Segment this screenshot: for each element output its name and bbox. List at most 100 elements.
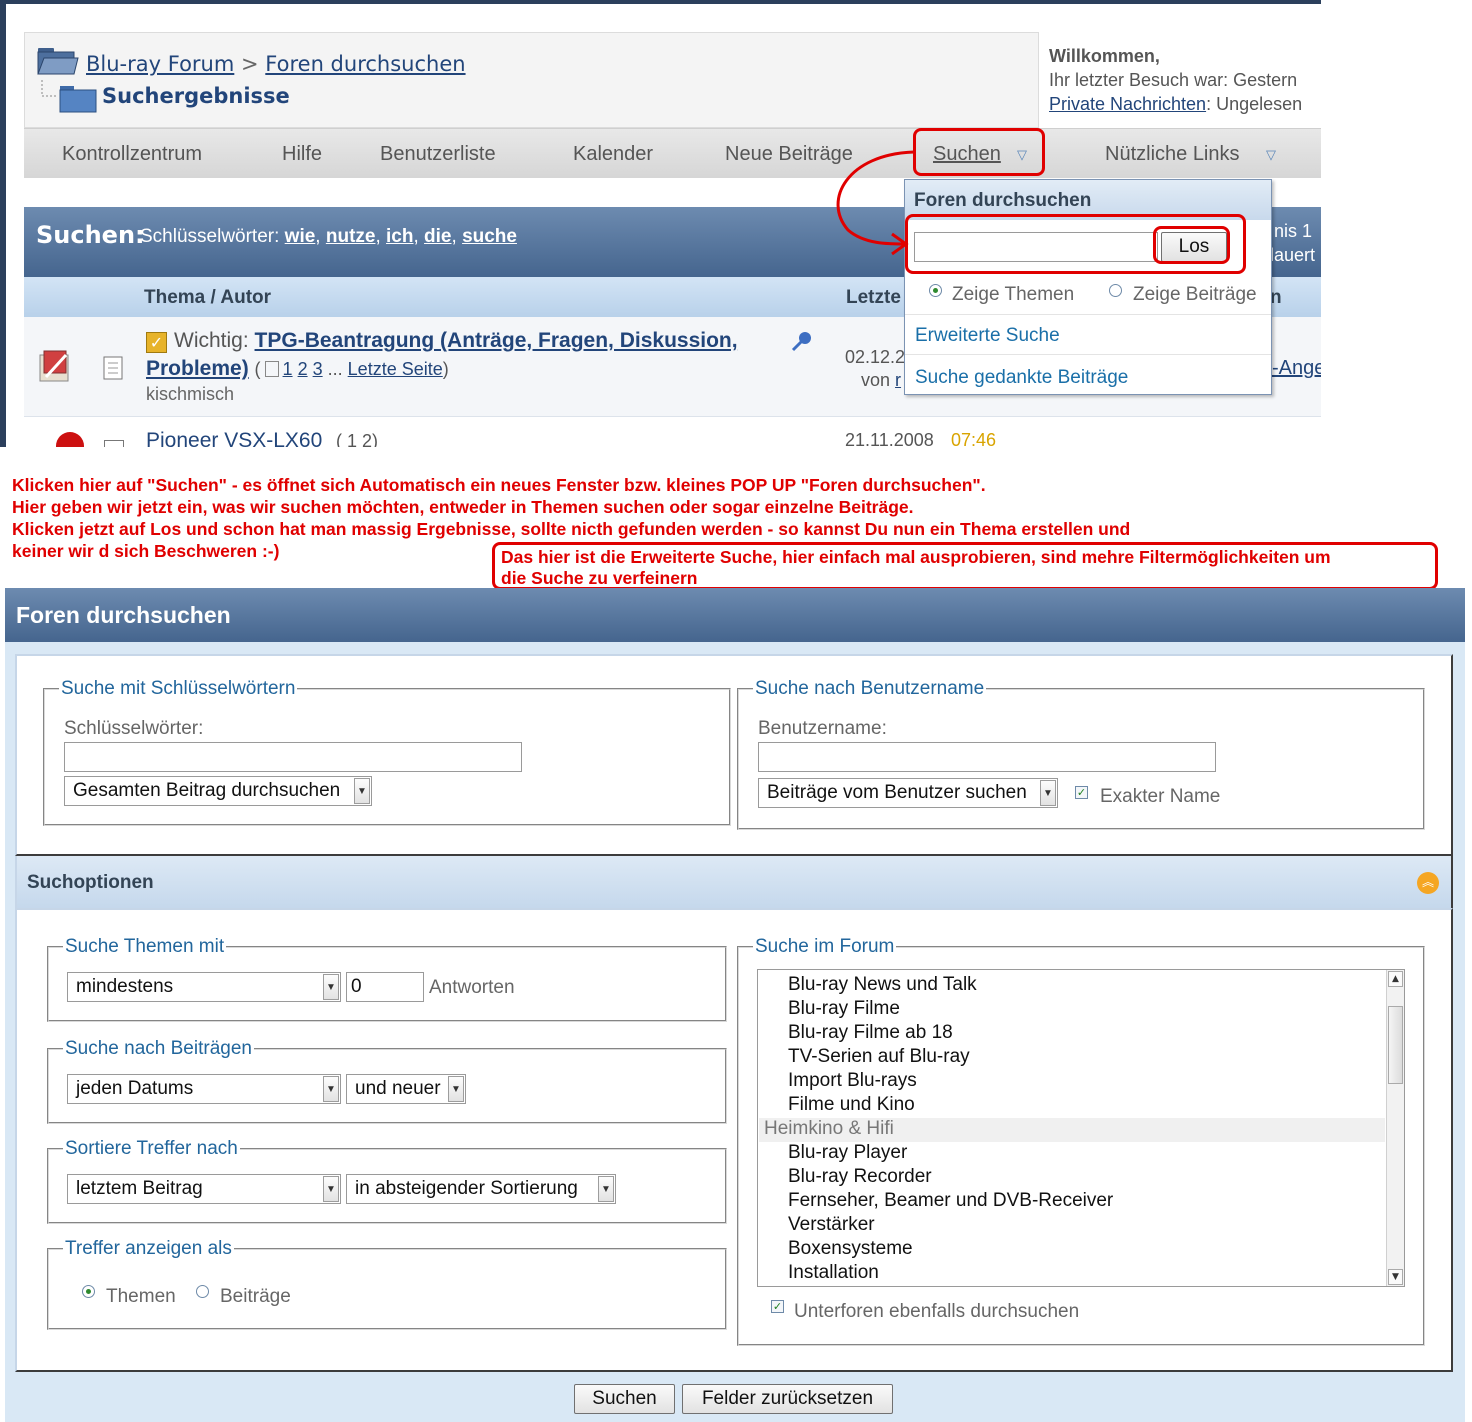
thread-title-link[interactable]: TPG-Beantragung (Anträge, Fragen, Diskus… (255, 329, 738, 352)
forum-multiselect[interactable]: ▲ ▼ Blu-ray News und Talk Blu-ray Filme Bl… (757, 969, 1405, 1287)
last-post-by: von r (861, 370, 901, 391)
reply-count-input[interactable]: 0 (346, 972, 424, 1002)
exact-name-checkbox[interactable]: ✓ (1075, 786, 1088, 799)
keyword-link[interactable]: nutze (326, 226, 376, 247)
show-as-threads-radio[interactable] (82, 1285, 95, 1298)
forum-option[interactable]: Blu-ray Filme (788, 998, 900, 1020)
forum-option[interactable]: Filme und Kino (788, 1094, 915, 1116)
threads-legend: Suche Themen mit (65, 936, 225, 957)
sort-order-select[interactable]: in absteigender Sortierung ▼ (346, 1174, 616, 1204)
nav-control-panel[interactable]: Kontrollzentrum (62, 143, 202, 166)
forum-option[interactable]: Import Blu-rays (788, 1070, 917, 1092)
forum-legend: Suche im Forum (755, 936, 895, 957)
submit-search-button[interactable]: Suchen (574, 1384, 675, 1414)
chevron-down-icon[interactable]: ▼ (448, 1076, 464, 1102)
sort-legend: Sortiere Treffer nach (65, 1138, 238, 1159)
page-link[interactable]: 1 (283, 359, 293, 379)
nav-calendar[interactable]: Kalender (573, 143, 653, 166)
forum-category[interactable]: Heimkino & Hifi (759, 1118, 1385, 1142)
top-border (0, 0, 1321, 4)
user-mode-value: Beiträge vom Benutzer suchen (767, 782, 1027, 803)
thread-title-link[interactable]: Pioneer VSX-LX60 (146, 429, 322, 447)
annotation-text-2: Hier geben wir jetzt ein, was wir suchen… (12, 497, 914, 517)
forum-option[interactable]: Blu-ray Recorder (788, 1166, 932, 1188)
show-threads-radio[interactable] (929, 284, 942, 297)
show-as-posts-radio[interactable] (196, 1285, 209, 1298)
annotation-text-1: Klicken hier auf "Suchen" - es öffnet si… (12, 475, 986, 495)
document-icon (103, 356, 123, 380)
last-poster-link[interactable]: r (895, 370, 901, 390)
page-link[interactable]: 2 (298, 359, 308, 379)
annotation-arrow-icon (836, 150, 915, 256)
sticky-prefix: Wichtig: (174, 329, 249, 352)
scroll-thumb[interactable] (1388, 1006, 1403, 1084)
pin-icon (791, 332, 811, 352)
thread-title-link-2[interactable]: Probleme) (146, 357, 249, 380)
col-thread-author[interactable]: Thema / Autor (144, 287, 271, 309)
annotation-advanced-box: Das hier ist die Erweiterte Suche, hier … (492, 542, 1438, 590)
last-page-link[interactable]: Letzte Seite (348, 359, 443, 379)
private-messages-link[interactable]: Private Nachrichten (1049, 94, 1206, 114)
thread-author[interactable]: kischmisch (146, 384, 234, 405)
breadcrumb-forum-link[interactable]: Blu-ray Forum (86, 52, 234, 76)
chevron-down-icon[interactable]: ▼ (598, 1176, 614, 1202)
show-posts-radio[interactable] (1109, 284, 1122, 297)
advanced-search-item[interactable]: Erweiterte Suche (905, 314, 1271, 354)
show-results-fieldset: Treffer anzeigen als (47, 1238, 727, 1330)
nav-member-list[interactable]: Benutzerliste (380, 143, 496, 166)
keyword-link[interactable]: suche (462, 226, 517, 247)
page-links[interactable]: ( 1 2) (336, 431, 378, 447)
forum-link[interactable]: -Ange (1272, 357, 1321, 380)
keyword-separator: , (375, 226, 381, 247)
keyword-link[interactable]: wie (285, 226, 316, 247)
date-direction-value: und neuer (355, 1078, 441, 1099)
nav-links-chevron-down-icon[interactable]: ▽ (1266, 147, 1276, 163)
show-threads-label: Zeige Themen (952, 284, 1075, 305)
last-visit-text: Ihr letzter Besuch war: Gestern (1049, 70, 1298, 90)
subforums-checkbox[interactable]: ✓ (771, 1300, 784, 1313)
chevron-down-icon[interactable]: ▼ (354, 778, 370, 804)
keywords-scope-select[interactable]: Gesamten Beitrag durchsuchen ▼ (64, 776, 372, 806)
nav-useful-links[interactable]: Nützliche Links (1105, 143, 1240, 166)
chevron-down-icon[interactable]: ▼ (323, 1076, 339, 1102)
chevron-down-icon[interactable]: ▼ (323, 1176, 339, 1202)
date-direction-select[interactable]: und neuer ▼ (346, 1074, 466, 1104)
forum-option[interactable]: Verstärker (788, 1214, 875, 1236)
reset-fields-button[interactable]: Felder zurücksetzen (682, 1384, 893, 1414)
advanced-search-link[interactable]: Erweiterte Suche (915, 325, 1060, 347)
keyword-link[interactable]: die (424, 226, 451, 247)
forum-option[interactable]: Boxensysteme (788, 1238, 913, 1260)
scroll-up-icon[interactable]: ▲ (1388, 971, 1403, 987)
date-select[interactable]: jeden Datums ▼ (67, 1074, 341, 1104)
username-label: Benutzername: (758, 718, 887, 739)
forum-option[interactable]: Blu-ray Player (788, 1142, 907, 1164)
search-options-bar[interactable]: Suchoptionen ︽ (15, 856, 1453, 908)
scroll-down-icon[interactable]: ▼ (1388, 1269, 1403, 1285)
pm-status: : Ungelesen (1206, 94, 1303, 114)
chevron-down-icon[interactable]: ▼ (323, 974, 339, 1000)
keyword-link[interactable]: ich (386, 226, 413, 247)
forum-option[interactable]: Installation (788, 1262, 879, 1284)
reply-mode-select[interactable]: mindestens ▼ (67, 972, 341, 1002)
scrollbar[interactable]: ▲ ▼ (1386, 970, 1404, 1286)
collapse-icon[interactable]: ︽ (1417, 872, 1439, 894)
keyword-separator: , (451, 226, 457, 247)
forum-option[interactable]: TV-Serien auf Blu-ray (788, 1046, 970, 1068)
chevron-down-icon[interactable]: ▼ (1040, 780, 1056, 806)
keyword-separator: , (315, 226, 321, 247)
forum-option[interactable]: Blu-ray Filme ab 18 (788, 1022, 953, 1044)
sort-field-select[interactable]: letztem Beitrag ▼ (67, 1174, 341, 1204)
forum-option[interactable]: Fernseher, Beamer und DVB-Receiver (788, 1190, 1113, 1212)
thanked-posts-link[interactable]: Suche gedankte Beiträge (915, 367, 1128, 389)
forum-option[interactable]: Blu-ray News und Talk (788, 974, 977, 996)
hot-thread-icon (39, 350, 69, 382)
col-last-post[interactable]: Letzte (846, 287, 901, 309)
page-link[interactable]: 3 (313, 359, 323, 379)
thanked-posts-item[interactable]: Suche gedankte Beiträge (905, 354, 1271, 394)
user-mode-select[interactable]: Beiträge vom Benutzer suchen ▼ (758, 778, 1058, 808)
breadcrumb-search-link[interactable]: Foren durchsuchen (265, 52, 465, 76)
username-input[interactable] (758, 742, 1216, 772)
keywords-input[interactable] (64, 742, 522, 772)
nav-help[interactable]: Hilfe (282, 143, 322, 166)
reply-mode-value: mindestens (76, 976, 174, 997)
